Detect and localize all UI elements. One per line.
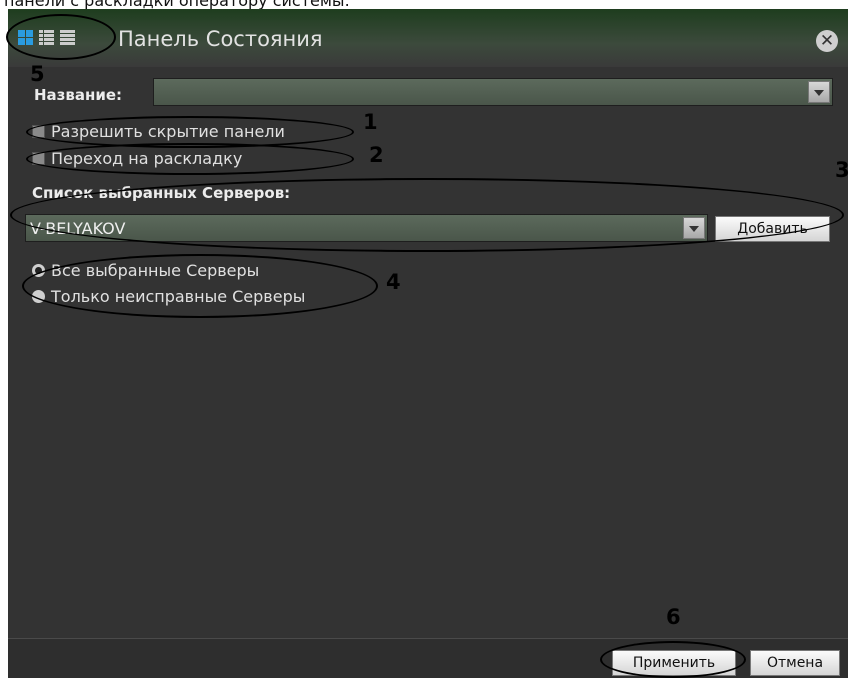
name-label: Название:	[34, 86, 123, 104]
annotation-number-2: 2	[369, 143, 384, 167]
annotation-number-4: 4	[386, 270, 401, 294]
status-panel-dialog: Панель Состояния ✕ Название: Разрешить с…	[8, 9, 848, 678]
annotation-number-3: 3	[835, 158, 848, 182]
annotation-ellipse-5	[6, 14, 116, 60]
dialog-titlebar: Панель Состояния ✕	[8, 9, 848, 67]
annotation-ellipse-2	[26, 143, 354, 175]
annotation-ellipse-4	[22, 254, 378, 318]
annotation-number-1: 1	[363, 110, 378, 134]
chevron-down-icon[interactable]	[808, 81, 830, 103]
close-icon[interactable]: ✕	[816, 30, 838, 52]
name-combobox[interactable]	[153, 78, 833, 106]
annotation-number-6: 6	[666, 605, 681, 629]
cancel-button[interactable]: Отмена	[750, 650, 840, 676]
annotation-ellipse-6	[600, 641, 746, 678]
annotation-ellipse-3	[10, 178, 844, 252]
annotation-number-5: 5	[30, 62, 45, 86]
dialog-title: Панель Состояния	[118, 27, 323, 51]
